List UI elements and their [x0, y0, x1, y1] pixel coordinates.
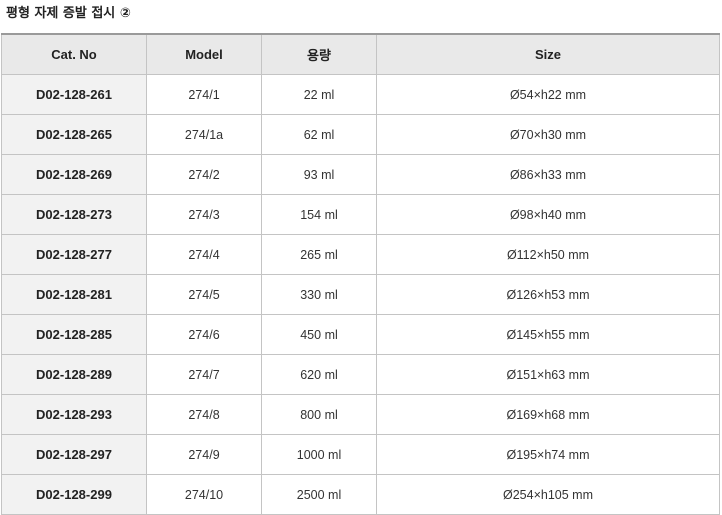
- spec-table: Cat. No Model 용량 Size D02-128-261 274/1 …: [1, 33, 720, 515]
- cell-model: 274/1a: [146, 114, 262, 155]
- cell-model: 274/10: [146, 474, 262, 515]
- cell-size: Ø70×h30 mm: [376, 114, 720, 155]
- header-size: Size: [376, 33, 720, 75]
- cell-cat-no: D02-128-273: [1, 194, 147, 235]
- table-row: D02-128-285 274/6 450 ml Ø145×h55 mm: [1, 314, 720, 355]
- cell-model: 274/7: [146, 354, 262, 395]
- cell-cat-no: D02-128-297: [1, 434, 147, 475]
- cell-capacity: 154 ml: [261, 194, 377, 235]
- table-row: D02-128-281 274/5 330 ml Ø126×h53 mm: [1, 274, 720, 315]
- table-header-row: Cat. No Model 용량 Size: [1, 33, 720, 75]
- table-row: D02-128-269 274/2 93 ml Ø86×h33 mm: [1, 154, 720, 195]
- header-capacity: 용량: [261, 33, 377, 75]
- cell-model: 274/3: [146, 194, 262, 235]
- header-cat-no: Cat. No: [1, 33, 147, 75]
- cell-capacity: 93 ml: [261, 154, 377, 195]
- cell-size: Ø195×h74 mm: [376, 434, 720, 475]
- table-row: D02-128-293 274/8 800 ml Ø169×h68 mm: [1, 394, 720, 435]
- cell-size: Ø112×h50 mm: [376, 234, 720, 275]
- table-row: D02-128-277 274/4 265 ml Ø112×h50 mm: [1, 234, 720, 275]
- cell-capacity: 22 ml: [261, 74, 377, 115]
- cell-size: Ø54×h22 mm: [376, 74, 720, 115]
- cell-capacity: 620 ml: [261, 354, 377, 395]
- cell-cat-no: D02-128-293: [1, 394, 147, 435]
- cell-model: 274/1: [146, 74, 262, 115]
- cell-size: Ø126×h53 mm: [376, 274, 720, 315]
- header-model: Model: [146, 33, 262, 75]
- cell-model: 274/2: [146, 154, 262, 195]
- cell-model: 274/9: [146, 434, 262, 475]
- table-row: D02-128-297 274/9 1000 ml Ø195×h74 mm: [1, 434, 720, 475]
- cell-size: Ø86×h33 mm: [376, 154, 720, 195]
- cell-size: Ø151×h63 mm: [376, 354, 720, 395]
- cell-capacity: 800 ml: [261, 394, 377, 435]
- cell-capacity: 330 ml: [261, 274, 377, 315]
- cell-capacity: 450 ml: [261, 314, 377, 355]
- cell-cat-no: D02-128-299: [1, 474, 147, 515]
- cell-size: Ø98×h40 mm: [376, 194, 720, 235]
- cell-model: 274/6: [146, 314, 262, 355]
- cell-cat-no: D02-128-281: [1, 274, 147, 315]
- table-row: D02-128-261 274/1 22 ml Ø54×h22 mm: [1, 74, 720, 115]
- cell-capacity: 1000 ml: [261, 434, 377, 475]
- table-row: D02-128-265 274/1a 62 ml Ø70×h30 mm: [1, 114, 720, 155]
- cell-capacity: 62 ml: [261, 114, 377, 155]
- cell-cat-no: D02-128-285: [1, 314, 147, 355]
- table-row: D02-128-289 274/7 620 ml Ø151×h63 mm: [1, 354, 720, 395]
- cell-size: Ø169×h68 mm: [376, 394, 720, 435]
- table-row: D02-128-299 274/10 2500 ml Ø254×h105 mm: [1, 474, 720, 515]
- cell-model: 274/4: [146, 234, 262, 275]
- cell-cat-no: D02-128-265: [1, 114, 147, 155]
- cell-cat-no: D02-128-269: [1, 154, 147, 195]
- cell-cat-no: D02-128-277: [1, 234, 147, 275]
- cell-capacity: 2500 ml: [261, 474, 377, 515]
- cell-size: Ø145×h55 mm: [376, 314, 720, 355]
- cell-size: Ø254×h105 mm: [376, 474, 720, 515]
- table-row: D02-128-273 274/3 154 ml Ø98×h40 mm: [1, 194, 720, 235]
- page-title: 평형 자제 증발 접시 ②: [6, 6, 131, 21]
- cell-capacity: 265 ml: [261, 234, 377, 275]
- cell-model: 274/8: [146, 394, 262, 435]
- cell-cat-no: D02-128-261: [1, 74, 147, 115]
- cell-cat-no: D02-128-289: [1, 354, 147, 395]
- cell-model: 274/5: [146, 274, 262, 315]
